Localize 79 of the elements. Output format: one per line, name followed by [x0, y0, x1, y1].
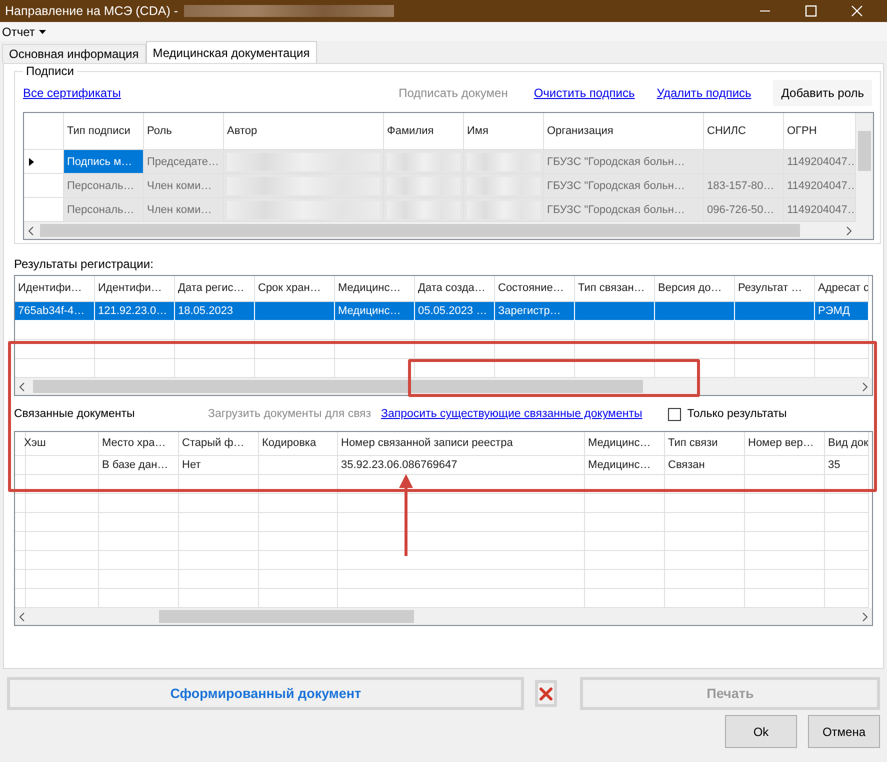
table-cell: 765ab34f-4… [15, 302, 95, 321]
scroll-right-icon[interactable] [861, 382, 869, 392]
column-header[interactable]: Хэш [21, 432, 99, 456]
table-cell: Член коми… [144, 198, 224, 222]
row-header [15, 432, 26, 456]
table-cell: 121.92.23.0… [95, 302, 175, 321]
table-cell: ГБУЗС "Городская больн… [544, 150, 704, 174]
column-header[interactable]: Кодировка [259, 432, 338, 456]
table-cell: Зарегистр… [495, 302, 575, 321]
group-title: Подписи [25, 64, 75, 78]
empty-cell [825, 475, 869, 494]
table-cell: Член коми… [144, 174, 224, 198]
column-header[interactable]: Медицинс… [585, 432, 665, 456]
table-cell: ГБУЗС "Городская больн… [544, 198, 704, 222]
table-cell: Нет [179, 456, 259, 475]
vertical-scrollbar[interactable] [856, 113, 873, 239]
checkbox[interactable] [668, 408, 682, 420]
generated-document-button[interactable]: Сформированный документ [7, 677, 524, 710]
close-icon[interactable] [851, 5, 863, 17]
column-header[interactable]: Вид док [825, 432, 869, 456]
empty-cell [825, 551, 869, 570]
column-header[interactable]: Старый ф… [179, 432, 259, 456]
caret-icon [38, 30, 46, 34]
column-header[interactable]: Номер связанной записи реестра [338, 432, 585, 456]
add-role-button[interactable]: Добавить роль [773, 80, 872, 106]
table-cell: Подпись м… [64, 150, 144, 174]
menu-item[interactable]: Отчет [0, 24, 46, 38]
table-cell: Председате… [144, 150, 224, 174]
empty-cell [815, 321, 869, 340]
column-header[interactable]: Место хра… [99, 432, 179, 456]
scroll-left-icon[interactable] [18, 612, 26, 622]
checkbox-label[interactable]: Только результаты [687, 408, 787, 420]
tab[interactable]: Медицинская документация [146, 41, 317, 63]
table-cell: 35.92.23.06.086769647 [338, 456, 585, 475]
table-cell: ГБУЗС "Городская больн… [544, 174, 704, 198]
table-cell: 1149204047… [784, 174, 856, 198]
table-cell: Медицинс… [335, 302, 415, 321]
scroll-left-icon[interactable] [27, 226, 35, 236]
column-header[interactable]: Тип связи [665, 432, 745, 456]
window-title: Направление на МСЭ (CDA) - [5, 4, 178, 18]
empty-cell [825, 570, 869, 589]
delete-icon [539, 686, 554, 700]
table-cell: 05.05.2023 … [415, 302, 495, 321]
link[interactable]: Запросить существующие связанные документы [381, 408, 642, 420]
table-cell: В базе дан… [99, 456, 179, 475]
empty-cell [825, 532, 869, 551]
delete-button[interactable] [535, 680, 558, 707]
table-cell: Связан [665, 456, 745, 475]
table-cell: РЭМД [815, 302, 869, 321]
scroll-right-icon[interactable] [845, 226, 853, 236]
dialog-button[interactable]: Отмена [808, 715, 880, 748]
scroll-left-icon[interactable] [18, 382, 26, 392]
table-cell: Медицинс… [585, 456, 665, 475]
horizontal-scrollbar[interactable] [15, 378, 872, 395]
table-cell: 1149204047… [784, 198, 856, 222]
section-label: Связанные документы [14, 408, 136, 420]
horizontal-scrollbar[interactable] [15, 608, 872, 625]
tab[interactable]: Основная информация [2, 44, 146, 63]
scroll-right-icon[interactable] [861, 612, 869, 622]
empty-cell [825, 494, 869, 513]
row-header[interactable] [15, 475, 26, 494]
section-label: Результаты регистрации: [14, 257, 154, 271]
table-cell: 18.05.2023 [175, 302, 255, 321]
link[interactable]: Все сертификаты [23, 86, 121, 100]
table-cell: 35 [825, 456, 869, 475]
maximize-icon[interactable] [805, 5, 817, 17]
empty-cell [815, 340, 869, 359]
link[interactable]: Удалить подпись [656, 86, 752, 100]
table-cell: Персональ… [64, 198, 144, 222]
table-row[interactable]: 765ab34f-4… 121.92.23.0… 18.05.2023 Медицинс… 05.05.2023 … Зарегистр… РЭМД [15, 302, 872, 321]
dialog-button[interactable]: Ok [725, 715, 797, 748]
table-cell: 1149204047… [784, 150, 856, 174]
table-cell: 183-157-80… [704, 174, 784, 198]
empty-cell [825, 513, 869, 532]
column-header[interactable]: Номер вер… [745, 432, 825, 456]
link[interactable]: Очистить подпись [534, 86, 635, 100]
table-cell: Персональ… [64, 174, 144, 198]
table-cell: 096-726-50… [704, 198, 784, 222]
horizontal-scrollbar[interactable] [24, 222, 856, 239]
